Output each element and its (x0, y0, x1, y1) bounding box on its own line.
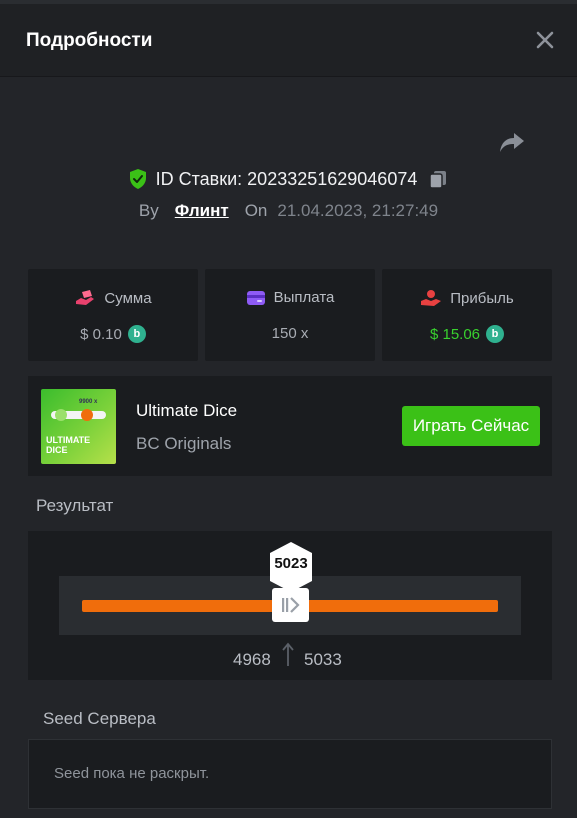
game-provider: BC Originals (136, 434, 232, 453)
copy-icon[interactable] (427, 168, 449, 190)
slider-grip-icon (282, 597, 300, 613)
wallet-icon (246, 290, 265, 305)
stat-amount: Сумма $ 0.10 b (28, 269, 198, 361)
stats-row: Сумма $ 0.10 b Выплата 150 x Прибыль $ 1… (28, 269, 552, 361)
bc-coin-icon: b (486, 325, 505, 343)
on-label: On (244, 201, 268, 220)
game-thumbnail[interactable]: 9900 x ULTIMATE DICE (41, 389, 116, 464)
close-icon[interactable] (533, 28, 557, 52)
bc-coin-icon: b (127, 325, 146, 343)
seed-box: Seed пока не раскрыт. (28, 739, 552, 809)
stat-profit-label: Прибыль (450, 289, 514, 307)
thumb-badge: 9900 x (79, 399, 98, 405)
game-card: 9900 x ULTIMATE DICE Ultimate Dice BC Or… (28, 376, 552, 476)
result-value: 5023 (274, 555, 308, 572)
play-now-button[interactable]: Играть Сейчас (402, 406, 540, 446)
stat-amount-value: $ 0.10 (80, 325, 122, 343)
result-panel: 5023 4968 5033 (28, 531, 552, 680)
bet-datetime: 21.04.2023, 21:27:49 (277, 201, 439, 220)
seed-text: Seed пока не раскрыт. (54, 765, 210, 782)
arrow-up-icon (282, 642, 294, 666)
stat-amount-label: Сумма (104, 289, 152, 307)
share-icon[interactable] (498, 128, 526, 156)
result-label: Результат (36, 496, 114, 515)
stat-profit: Прибыль $ 15.06 b (382, 269, 552, 361)
by-label: By (138, 201, 159, 220)
profit-hand-icon (421, 290, 442, 306)
bet-id: ID Ставки: 20233251629046074 (155, 168, 418, 189)
stat-payout-value: 150 x (271, 325, 309, 342)
range-high: 5033 (304, 650, 342, 669)
stat-profit-value: $ 15.06 (429, 325, 481, 343)
stat-payout-label: Выплата (273, 289, 335, 306)
modal-header: Подробности (0, 4, 577, 77)
money-hand-icon (76, 290, 95, 305)
user-link[interactable]: Флинт (175, 201, 229, 221)
verified-shield-icon (129, 169, 146, 189)
slider-handle[interactable] (272, 588, 309, 622)
bet-id-row: ID Ставки: 20233251629046074 (0, 166, 577, 192)
thumb-text: ULTIMATE DICE (46, 435, 91, 455)
range-low: 4968 (233, 650, 271, 669)
game-name: Ultimate Dice (136, 401, 238, 420)
bet-meta-row: By Флинт On 21.04.2023, 21:27:49 (0, 199, 577, 223)
modal-title: Подробности (26, 30, 153, 51)
seed-label: Seed Сервера (43, 709, 156, 728)
stat-payout: Выплата 150 x (205, 269, 375, 361)
